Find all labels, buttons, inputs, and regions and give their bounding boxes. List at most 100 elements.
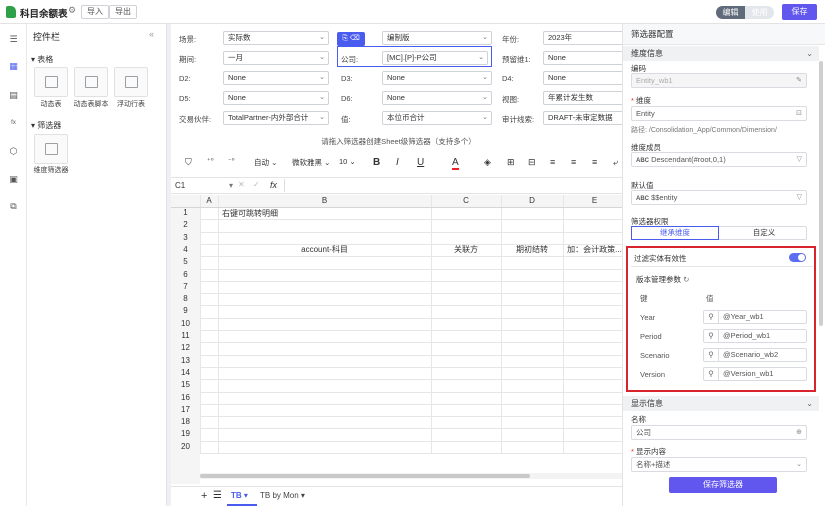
- cell-b1[interactable]: 右键可跳转明细: [222, 208, 278, 219]
- calendar-icon[interactable]: ▣: [8, 174, 19, 185]
- mode-edit-tab[interactable]: 编辑: [716, 6, 745, 19]
- row-header[interactable]: 12: [171, 342, 200, 354]
- add-sheet-icon[interactable]: +: [201, 490, 207, 502]
- outline-icon[interactable]: ☰: [8, 34, 19, 45]
- hexagon-icon[interactable]: ⬡: [8, 146, 19, 157]
- decimal-decrease-icon[interactable]: ⁻⁰: [228, 157, 235, 165]
- float-row-table-tile[interactable]: [114, 67, 148, 97]
- period-select[interactable]: 一月 ⌄: [223, 51, 329, 65]
- mode-switch[interactable]: 编辑 使用: [716, 6, 774, 19]
- col-header-b[interactable]: B: [218, 195, 431, 207]
- dynamic-table-script-tile[interactable]: [74, 67, 108, 97]
- code-input[interactable]: Entity_wb1 ✎: [631, 73, 807, 88]
- year-select[interactable]: 2023年: [543, 31, 626, 45]
- globe-icon[interactable]: ⊕: [796, 426, 802, 439]
- version-select[interactable]: 编制版 ⌄: [382, 31, 492, 45]
- section-filter[interactable]: ▾ 筛选器: [31, 120, 61, 131]
- sheet-tab-active[interactable]: TB ▾: [227, 487, 257, 506]
- bold-icon[interactable]: B: [373, 157, 380, 168]
- function-icon[interactable]: fx: [270, 180, 277, 190]
- scroll-thumb[interactable]: [200, 474, 530, 478]
- d5-select[interactable]: None ⌄: [223, 91, 329, 105]
- row-header[interactable]: 10: [171, 318, 200, 330]
- format-painter-icon[interactable]: ⛉: [185, 157, 192, 168]
- decimal-increase-icon[interactable]: ⁺⁰: [207, 157, 214, 165]
- confirm-icon[interactable]: ✓: [253, 180, 260, 189]
- settings-icon[interactable]: ⚙: [68, 5, 76, 16]
- col-header-d[interactable]: D: [501, 195, 563, 207]
- param-value-input[interactable]: ⚲ @Period_wb1: [703, 329, 807, 343]
- save-filter-button[interactable]: 保存筛选器: [669, 477, 777, 493]
- param-value-input[interactable]: ⚲ @Version_wb1: [703, 367, 807, 381]
- section-display-info[interactable]: 显示信息 ⌄: [623, 396, 819, 411]
- dynamic-table-tile[interactable]: [34, 67, 68, 97]
- d2-select[interactable]: None ⌄: [223, 71, 329, 85]
- name-input[interactable]: 公司 ⊕: [631, 425, 807, 440]
- view-select[interactable]: 年累计发生数: [543, 91, 626, 105]
- filter-validity-toggle[interactable]: [789, 253, 806, 262]
- pin-icon[interactable]: ⚲: [704, 349, 719, 361]
- copy-delete-icon[interactable]: ⎘ ⌫: [337, 32, 365, 46]
- d6-select[interactable]: None ⌄: [382, 91, 492, 105]
- hierarchy-icon[interactable]: ⧉: [8, 201, 19, 212]
- widgets-icon[interactable]: ▦: [8, 61, 19, 72]
- filter-icon[interactable]: ▽: [797, 153, 802, 166]
- content-select[interactable]: 名称+描述 ⌄: [631, 457, 807, 472]
- fill-color-icon[interactable]: ◈: [484, 157, 491, 168]
- row-header[interactable]: 6: [171, 269, 200, 281]
- merge-icon[interactable]: ⊟: [528, 157, 536, 168]
- col-header-e[interactable]: E: [563, 195, 626, 207]
- horizontal-scrollbar[interactable]: [200, 473, 626, 479]
- cancel-icon[interactable]: ✕: [238, 180, 245, 189]
- row-header[interactable]: 7: [171, 281, 200, 293]
- picker-icon[interactable]: ⊡: [796, 107, 802, 120]
- collapse-icon[interactable]: «: [149, 29, 154, 39]
- spreadsheet-grid[interactable]: A B C D E 1 2 3 4 5 6 7 8 9 10 11 12 13 14 15 16 17 18 19 2…: [171, 195, 626, 484]
- save-button[interactable]: 保存: [782, 4, 817, 20]
- font-size-select[interactable]: 10 ⌄: [339, 157, 356, 166]
- row-header[interactable]: 9: [171, 305, 200, 317]
- d3-select[interactable]: None ⌄: [382, 71, 492, 85]
- font-color-icon[interactable]: A: [452, 157, 459, 170]
- cell-d2[interactable]: 期初结转: [501, 244, 563, 255]
- row-header[interactable]: 14: [171, 367, 200, 379]
- scenario-select[interactable]: 实际数 ⌄: [223, 31, 329, 45]
- dimension-input[interactable]: Entity ⊡: [631, 106, 807, 121]
- partner-select[interactable]: TotalPartner-内外部合计 ⌄: [223, 111, 329, 125]
- tab-inherit[interactable]: 继承维度: [631, 226, 719, 240]
- col-header-c[interactable]: C: [431, 195, 501, 207]
- row-header[interactable]: 3: [171, 232, 200, 244]
- pin-icon[interactable]: ⚲: [704, 311, 719, 323]
- panel-scrollbar[interactable]: [819, 61, 823, 326]
- audit-select[interactable]: DRAFT-未审定数据: [543, 111, 626, 125]
- d4-select[interactable]: None: [543, 71, 626, 85]
- default-input[interactable]: ABC $$entity ▽: [631, 190, 807, 205]
- row-header[interactable]: 19: [171, 428, 200, 440]
- section-table[interactable]: ▾ 表格: [31, 54, 53, 65]
- wrap-icon[interactable]: ⤶: [613, 157, 618, 168]
- row-header[interactable]: 15: [171, 379, 200, 391]
- col-header-a[interactable]: A: [200, 195, 218, 207]
- cell-ref[interactable]: C1 ▾: [175, 181, 233, 192]
- underline-icon[interactable]: U: [417, 157, 424, 168]
- italic-icon[interactable]: I: [396, 157, 399, 168]
- refresh-icon[interactable]: ↻: [683, 275, 689, 284]
- sheet-list-icon[interactable]: ☰: [213, 490, 222, 501]
- row-header[interactable]: 4: [171, 244, 200, 256]
- import-button[interactable]: 导入: [81, 5, 109, 19]
- row-header[interactable]: 17: [171, 404, 200, 416]
- row-header[interactable]: 13: [171, 355, 200, 367]
- pin-icon[interactable]: ⚲: [704, 368, 719, 380]
- export-button[interactable]: 导出: [109, 5, 137, 19]
- row-header[interactable]: 18: [171, 416, 200, 428]
- align-right-icon[interactable]: ≡: [592, 157, 597, 167]
- row-header[interactable]: 2: [171, 219, 200, 231]
- formula-icon[interactable]: fx: [8, 118, 19, 129]
- border-icon[interactable]: ⊞: [507, 157, 515, 168]
- row-header[interactable]: 11: [171, 330, 200, 342]
- param-value-input[interactable]: ⚲ @Year_wb1: [703, 310, 807, 324]
- align-left-icon[interactable]: ≡: [550, 157, 555, 167]
- row-header[interactable]: 1: [171, 207, 200, 219]
- section-dimension-info[interactable]: 维度信息 ⌄: [623, 46, 819, 61]
- row-header[interactable]: 20: [171, 441, 200, 453]
